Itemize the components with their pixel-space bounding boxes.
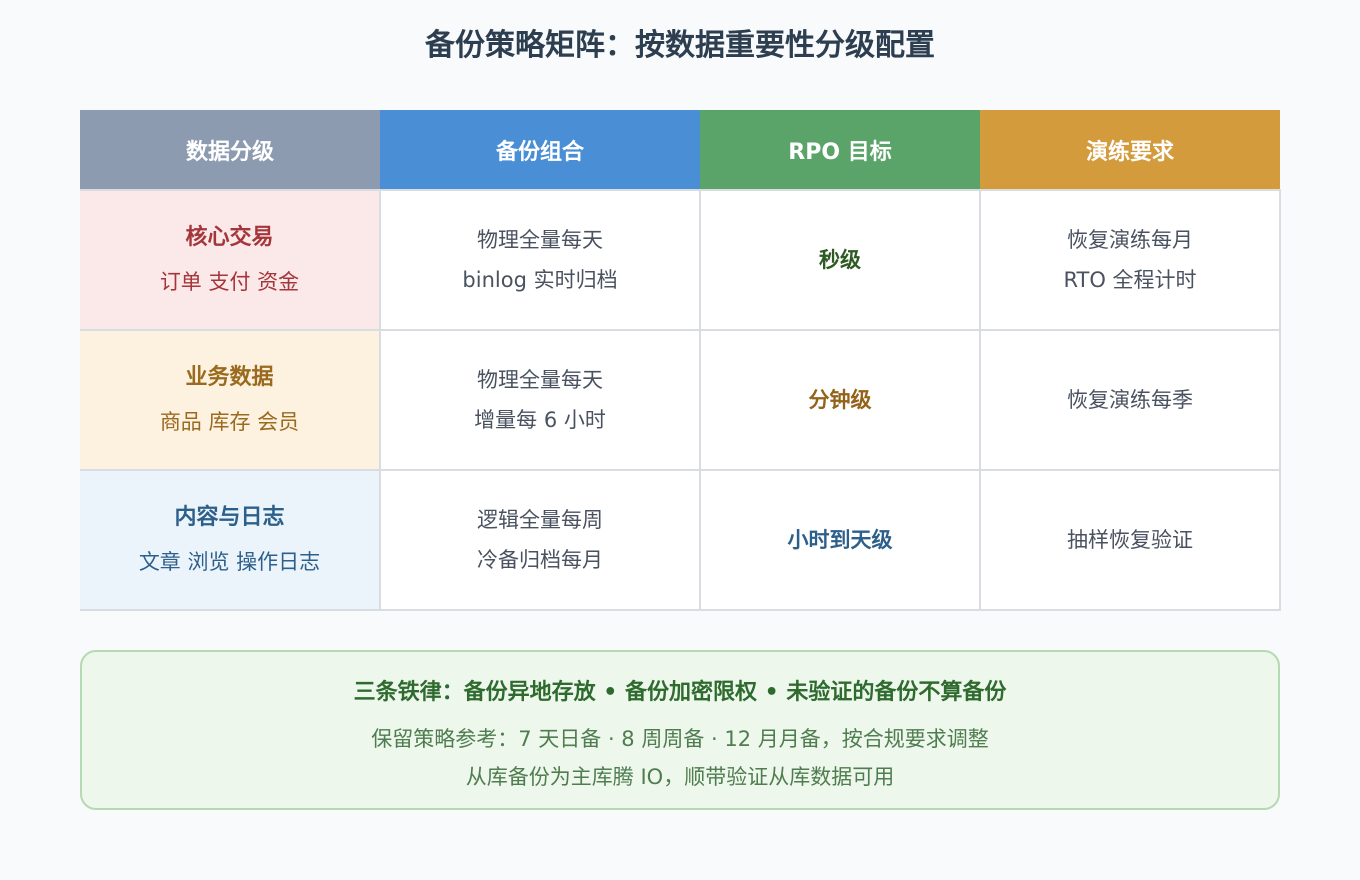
backup-line: 增量每 6 小时 xyxy=(474,408,606,432)
iron-rules-title: 三条铁律：备份异地存放 • 备份加密限权 • 未验证的备份不算备份 xyxy=(353,680,1007,705)
rpo-cell: 分钟级 xyxy=(699,329,981,471)
drill-cell: 恢复演练每月 RTO 全程计时 xyxy=(979,189,1281,331)
drill-cell: 恢复演练每季 xyxy=(979,329,1281,471)
drill-line: 恢复演练每季 xyxy=(1067,388,1193,412)
table-row: 核心交易 订单 支付 资金 物理全量每天 binlog 实时归档 秒级 恢复演练… xyxy=(80,189,1281,331)
tier-cell-business: 业务数据 商品 库存 会员 xyxy=(80,329,381,471)
iron-rules-box: 三条铁律：备份异地存放 • 备份加密限权 • 未验证的备份不算备份 保留策略参考… xyxy=(80,650,1280,810)
rpo-cell: 秒级 xyxy=(699,189,981,331)
retention-note: 保留策略参考：7 天日备 · 8 周周备 · 12 月月备，按合规要求调整 xyxy=(371,727,989,751)
table-row: 内容与日志 文章 浏览 操作日志 逻辑全量每周 冷备归档每月 小时到天级 抽样恢… xyxy=(80,469,1281,611)
rpo-value: 秒级 xyxy=(819,248,861,272)
drill-line: 恢复演练每月 xyxy=(1067,228,1193,252)
tier-name: 业务数据 xyxy=(185,365,274,390)
matrix-header-row: 数据分级 备份组合 RPO 目标 演练要求 xyxy=(80,110,1280,190)
replica-backup-note: 从库备份为主库腾 IO，顺带验证从库数据可用 xyxy=(465,765,895,789)
header-backup-combo: 备份组合 xyxy=(380,110,700,190)
rpo-value: 分钟级 xyxy=(808,388,872,412)
backup-line: 物理全量每天 xyxy=(477,228,603,252)
tier-name: 内容与日志 xyxy=(174,505,285,530)
tier-cell-core: 核心交易 订单 支付 资金 xyxy=(80,189,381,331)
backup-line: 逻辑全量每周 xyxy=(477,508,603,532)
backup-line: binlog 实时归档 xyxy=(462,268,618,292)
page-title: 备份策略矩阵：按数据重要性分级配置 xyxy=(425,28,935,63)
tier-description: 文章 浏览 操作日志 xyxy=(138,550,321,574)
backup-cell: 物理全量每天 增量每 6 小时 xyxy=(379,329,701,471)
drill-line: RTO 全程计时 xyxy=(1063,268,1197,292)
table-row: 业务数据 商品 库存 会员 物理全量每天 增量每 6 小时 分钟级 恢复演练每季 xyxy=(80,329,1281,471)
header-data-tier: 数据分级 xyxy=(80,110,380,190)
header-rpo-target: RPO 目标 xyxy=(700,110,980,190)
backup-cell: 物理全量每天 binlog 实时归档 xyxy=(379,189,701,331)
header-drill-requirement: 演练要求 xyxy=(980,110,1280,190)
tier-cell-content: 内容与日志 文章 浏览 操作日志 xyxy=(80,469,381,611)
tier-name: 核心交易 xyxy=(185,225,274,250)
tier-description: 订单 支付 资金 xyxy=(159,270,300,294)
rpo-cell: 小时到天级 xyxy=(699,469,981,611)
backup-line: 冷备归档每月 xyxy=(477,548,603,572)
backup-line: 物理全量每天 xyxy=(477,368,603,392)
tier-description: 商品 库存 会员 xyxy=(159,410,300,434)
rpo-value: 小时到天级 xyxy=(787,528,893,552)
backup-cell: 逻辑全量每周 冷备归档每月 xyxy=(379,469,701,611)
backup-strategy-matrix: 数据分级 备份组合 RPO 目标 演练要求 核心交易 订单 支付 资金 物理全量… xyxy=(80,110,1281,611)
drill-cell: 抽样恢复验证 xyxy=(979,469,1281,611)
drill-line: 抽样恢复验证 xyxy=(1067,528,1193,552)
